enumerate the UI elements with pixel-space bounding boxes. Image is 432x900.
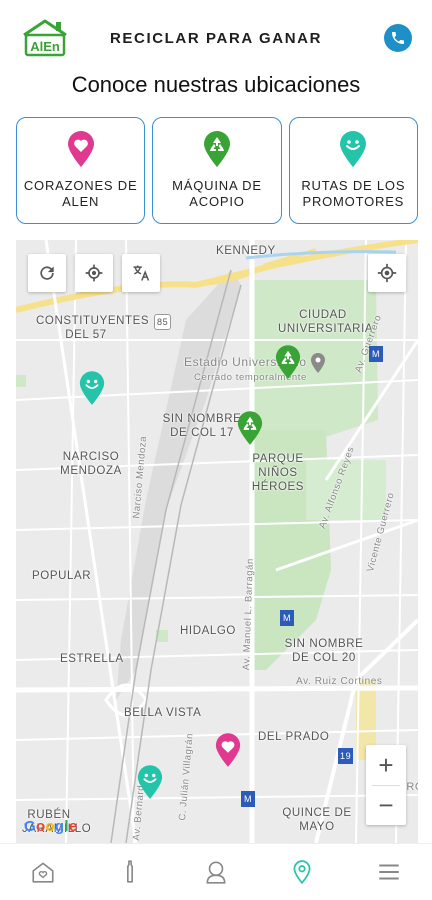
smile-pin-icon[interactable]: [78, 370, 106, 406]
bottom-nav: [0, 843, 432, 900]
recycle-pin-icon: [203, 131, 230, 167]
my-location-icon: [377, 263, 397, 283]
google-logo: Google: [24, 818, 78, 835]
nav-locations[interactable]: [282, 852, 322, 892]
translate-button[interactable]: [122, 254, 160, 292]
map-label-parque: PARQUE NIÑOS HÉROES: [251, 453, 305, 493]
category-card-maquina[interactable]: MÁQUINA DE ACOPIO: [152, 117, 282, 224]
nav-profile[interactable]: [196, 852, 236, 892]
zoom-controls: + −: [366, 745, 406, 825]
map-label-quince: QUINCE DE MAYO: [282, 807, 352, 833]
smile-pin-icon[interactable]: [136, 764, 164, 800]
metro-station-icon: M: [280, 610, 295, 626]
map-label-estrella: ESTRELLA: [60, 653, 124, 665]
category-card-corazones[interactable]: CORAZONES DE ALEN: [16, 117, 146, 224]
translate-icon: [133, 265, 150, 281]
map-label-ruiz: Av. Ruiz Cortines: [296, 676, 383, 687]
category-label: CORAZONES DE ALEN: [23, 178, 138, 209]
map-label-bella-vista: BELLA VISTA: [124, 707, 202, 719]
menu-icon: [379, 864, 399, 880]
phone-button[interactable]: [384, 24, 412, 52]
highway-19-shield: 19: [338, 748, 354, 764]
map-label-ciudad-universitaria: CIUDAD UNIVERSITARIA: [278, 309, 374, 335]
nav-menu[interactable]: [369, 852, 409, 892]
metro-station-icon: M: [369, 346, 384, 362]
map-label-sin-nombre-17: SIN NOMBRE DE COL 17: [162, 413, 242, 439]
profile-icon: [206, 861, 226, 884]
heart-pin-icon: [67, 131, 94, 167]
location-pin-icon: [293, 860, 311, 885]
app-header: AlEn RECICLAR PARA GANAR: [0, 0, 432, 72]
category-card-rutas[interactable]: RUTAS DE LOS PROMOTORES: [288, 117, 418, 224]
locate-button[interactable]: [75, 254, 113, 292]
my-location-button[interactable]: [368, 254, 406, 292]
nav-bottle[interactable]: [110, 852, 150, 892]
metro-station-icon: M: [241, 791, 256, 807]
heart-pin-icon[interactable]: [214, 732, 242, 768]
app-title: RECICLAR PARA GANAR: [109, 30, 323, 47]
locations-map[interactable]: KENNEDY CONSTITUYENTES DEL 57 CIUDAD UNI…: [16, 240, 418, 843]
smile-pin-icon: [340, 131, 367, 167]
recycle-pin-icon[interactable]: [274, 344, 302, 380]
map-label-narciso: NARCISO MENDOZA: [60, 451, 122, 477]
category-label: RUTAS DE LOS PROMOTORES: [301, 178, 406, 209]
map-label-hidalgo: HIDALGO: [180, 625, 236, 637]
category-label: MÁQUINA DE ACOPIO: [172, 178, 262, 209]
place-pin-icon: [311, 353, 325, 373]
category-cards: CORAZONES DE ALEN MÁQUINA DE ACOPIO RUTA…: [16, 117, 418, 224]
map-label-del-prado: DEL PRADO: [258, 731, 330, 743]
highway-85-shield: 85: [154, 314, 172, 330]
nav-home[interactable]: [23, 852, 63, 892]
zoom-divider: [372, 785, 400, 786]
zoom-out-button[interactable]: −: [366, 785, 406, 825]
crosshair-icon: [85, 264, 103, 282]
map-label-popular: POPULAR: [32, 570, 92, 582]
refresh-icon: [40, 266, 54, 280]
page-subtitle: Conoce nuestras ubicaciones: [71, 72, 361, 97]
map-label-sin-nombre-20: SIN NOMBRE DE COL 20: [284, 638, 364, 664]
home-icon: [32, 862, 54, 883]
refresh-map-button[interactable]: [28, 254, 66, 292]
phone-icon: [392, 32, 404, 44]
map-label-kennedy: KENNEDY: [216, 245, 276, 257]
recycle-pin-icon[interactable]: [236, 410, 264, 446]
zoom-in-button[interactable]: +: [366, 745, 406, 785]
bottle-icon: [126, 860, 133, 883]
map-label-constituyentes: CONSTITUYENTES DEL 57: [36, 315, 150, 341]
